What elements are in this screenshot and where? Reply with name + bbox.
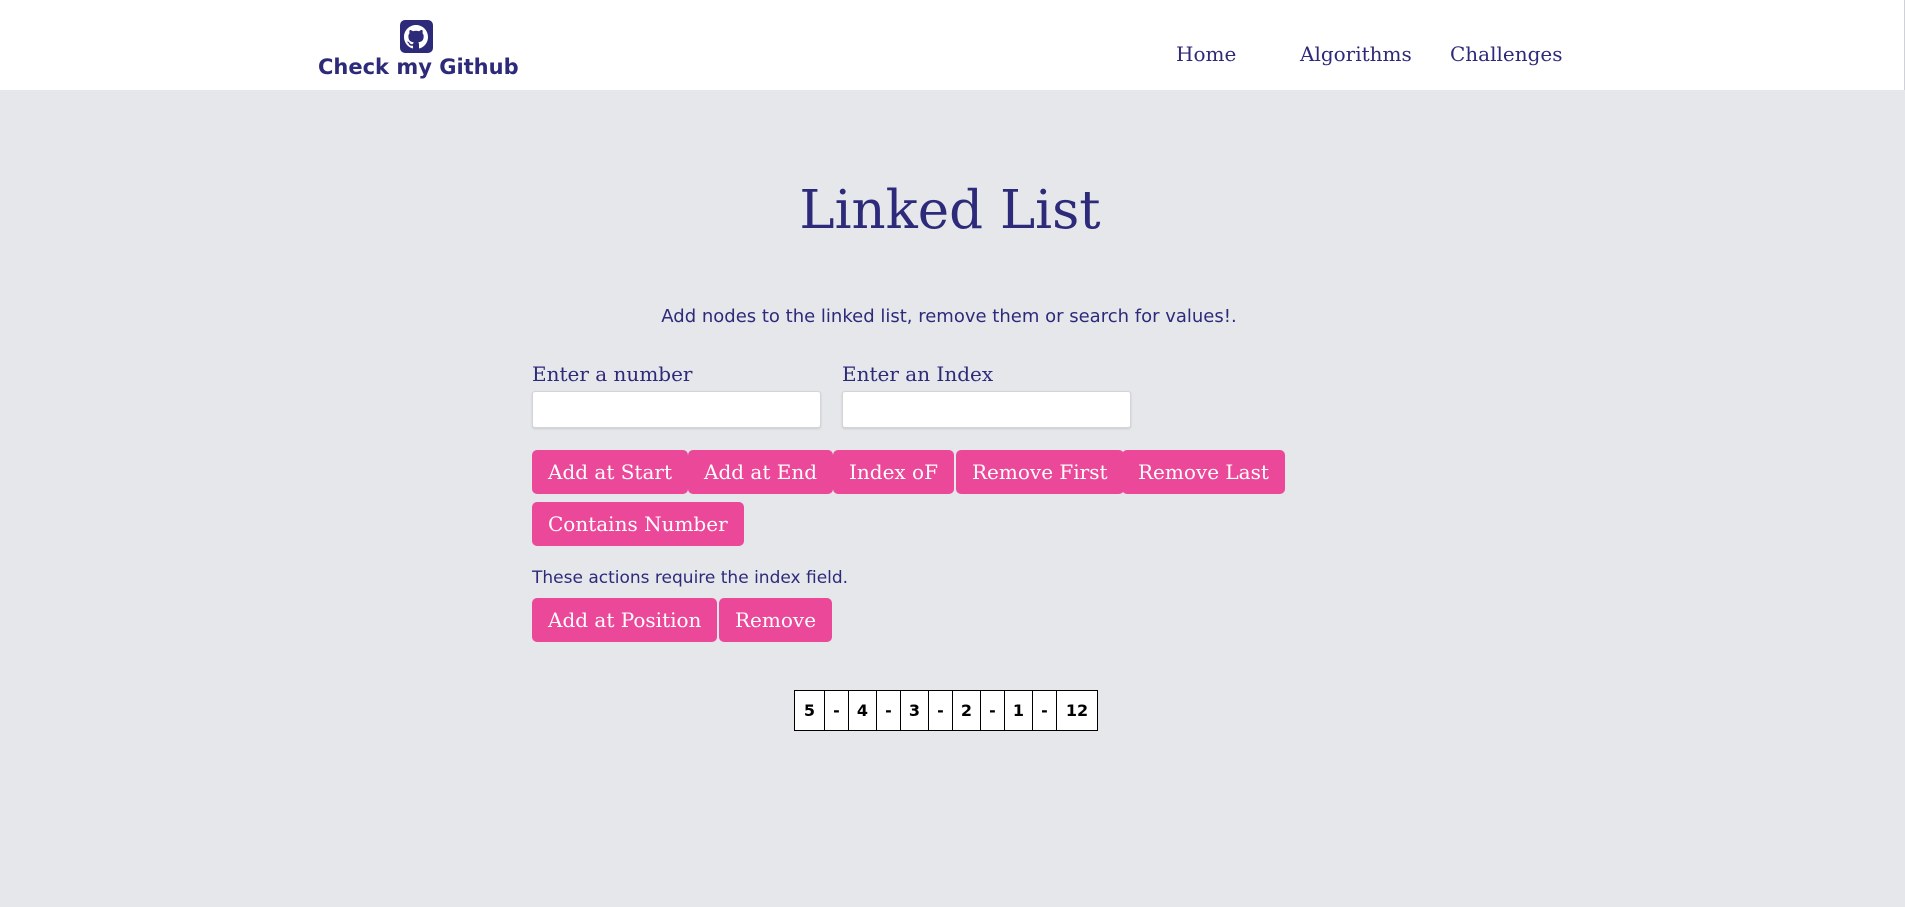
remove-at-index-button[interactable]: Remove — [719, 598, 833, 642]
github-link[interactable]: Check my Github — [318, 20, 519, 79]
github-icon — [399, 20, 433, 53]
number-field-label: Enter a number — [532, 362, 693, 386]
nav-challenges[interactable]: Challenges — [1450, 42, 1563, 66]
list-link: - — [980, 690, 1005, 731]
remove-last-button[interactable]: Remove Last — [1122, 450, 1285, 494]
brand-label: Check my Github — [318, 55, 519, 79]
page-title: Linked List — [799, 180, 1101, 241]
list-node: 12 — [1056, 690, 1098, 731]
list-link: - — [1032, 690, 1057, 731]
index-field-label: Enter an Index — [842, 362, 994, 386]
list-link: - — [824, 690, 849, 731]
add-at-start-button[interactable]: Add at Start — [532, 450, 688, 494]
add-at-position-button[interactable]: Add at Position — [532, 598, 718, 642]
list-node: 2 — [952, 690, 981, 731]
list-node: 4 — [848, 690, 877, 731]
list-node: 3 — [900, 690, 929, 731]
list-node: 5 — [794, 690, 825, 731]
list-link: - — [928, 690, 953, 731]
page-description: Add nodes to the linked list, remove the… — [661, 306, 1237, 327]
index-field-note: These actions require the index field. — [532, 568, 849, 588]
nav-algorithms[interactable]: Algorithms — [1300, 42, 1412, 66]
number-input[interactable] — [532, 391, 821, 428]
list-link: - — [876, 690, 901, 731]
add-at-end-button[interactable]: Add at End — [688, 450, 834, 494]
linked-list-display: 5 - 4 - 3 - 2 - 1 - 12 — [794, 690, 1098, 731]
top-header: Check my Github Home Algorithms Challeng… — [0, 0, 1905, 90]
list-node: 1 — [1004, 690, 1033, 731]
index-input[interactable] — [842, 391, 1131, 428]
index-of-button[interactable]: Index oF — [833, 450, 954, 494]
contains-number-button[interactable]: Contains Number — [532, 502, 744, 546]
nav-home[interactable]: Home — [1176, 42, 1236, 66]
remove-first-button[interactable]: Remove First — [956, 450, 1124, 494]
